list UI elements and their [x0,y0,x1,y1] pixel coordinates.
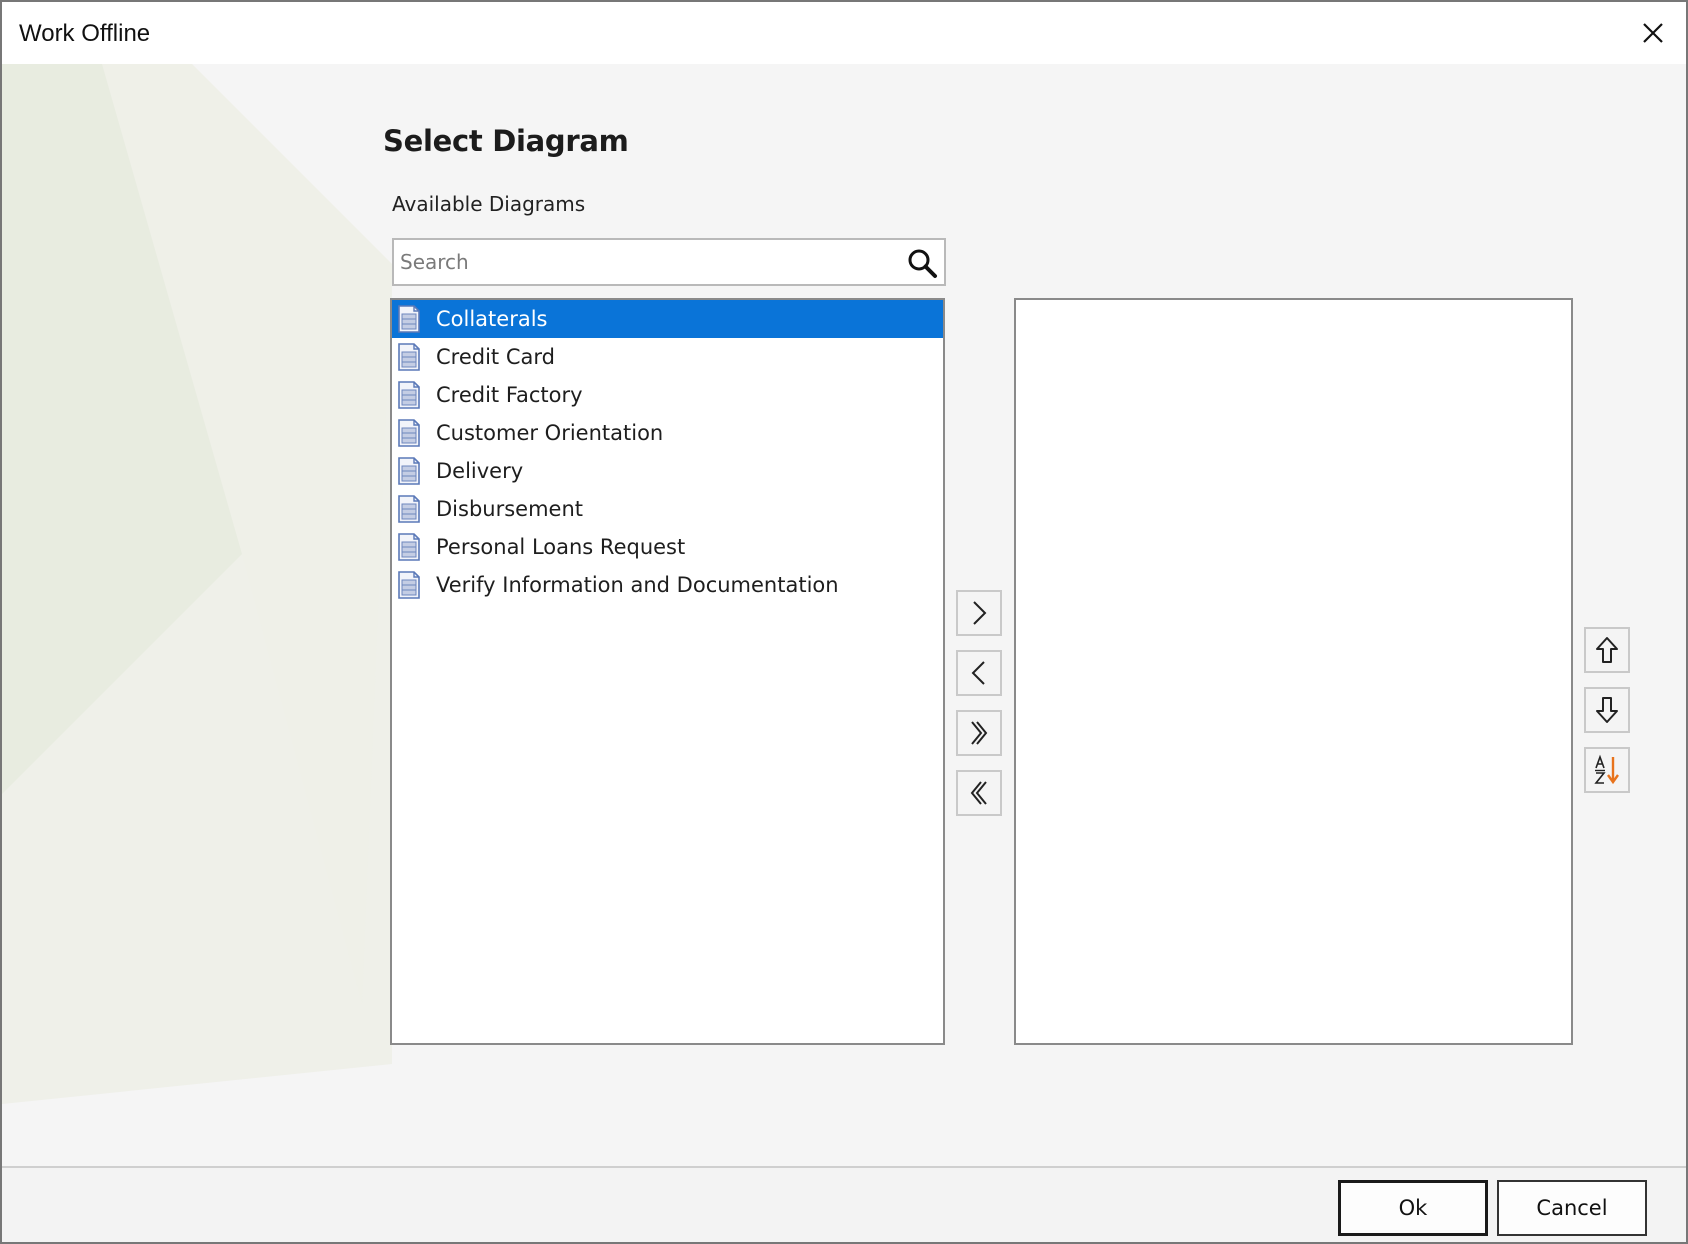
list-item-label: Customer Orientation [436,421,664,445]
move-all-left-button[interactable] [956,770,1002,816]
dialog-footer: Ok Cancel [2,1166,1686,1242]
move-right-button[interactable] [956,590,1002,636]
cancel-button[interactable]: Cancel [1497,1180,1647,1236]
dialog-content: Select Diagram Available Diagrams Collat… [2,64,1686,1166]
move-up-button[interactable] [1584,627,1630,673]
move-down-button[interactable] [1584,687,1630,733]
list-item-label: Delivery [436,459,524,483]
list-item[interactable]: Credit Card [392,338,943,376]
move-left-icon [971,661,985,685]
sort-az-icon [1594,754,1619,785]
move-all-right-button[interactable] [956,710,1002,756]
ok-button[interactable]: Ok [1338,1180,1488,1236]
dialog-heading: Select Diagram [383,124,629,158]
document-icon [398,305,420,333]
list-item[interactable]: Delivery [392,452,943,490]
close-icon [1643,23,1663,43]
list-item-label: Personal Loans Request [436,535,686,559]
available-diagrams-label: Available Diagrams [392,192,586,216]
document-icon [398,419,420,447]
move-all-left-icon [970,781,987,805]
list-item-label: Collaterals [436,307,548,331]
document-icon [398,571,420,599]
title-bar: Work Offline [2,2,1686,64]
list-item[interactable]: Collaterals [392,300,943,338]
available-diagrams-list[interactable]: Collaterals Credit Card Credit Factory Cust… [390,298,945,1045]
sort-az-button[interactable] [1584,747,1630,793]
document-icon [398,495,420,523]
move-left-button[interactable] [956,650,1002,696]
document-icon [398,343,420,371]
list-item[interactable]: Credit Factory [392,376,943,414]
list-item[interactable]: Personal Loans Request [392,528,943,566]
list-item-label: Credit Factory [436,383,583,407]
work-offline-dialog: Work Offline Select Diagram Available Di… [0,0,1688,1244]
search-icon[interactable] [906,247,938,279]
selected-diagrams-list[interactable] [1014,298,1573,1045]
list-item[interactable]: Verify Information and Documentation [392,566,943,604]
move-right-icon [973,601,987,625]
list-item[interactable]: Customer Orientation [392,414,943,452]
move-down-icon [1596,697,1618,723]
list-item-label: Disbursement [436,497,583,521]
search-input[interactable] [400,244,880,280]
list-item[interactable]: Disbursement [392,490,943,528]
document-icon [398,457,420,485]
list-item-label: Credit Card [436,345,555,369]
search-box [392,238,946,286]
document-icon [398,533,420,561]
close-button[interactable] [1630,10,1676,56]
move-all-right-icon [971,721,988,745]
window-title: Work Offline [19,20,151,47]
document-icon [398,381,420,409]
move-up-icon [1596,637,1618,663]
list-item-label: Verify Information and Documentation [436,573,839,597]
